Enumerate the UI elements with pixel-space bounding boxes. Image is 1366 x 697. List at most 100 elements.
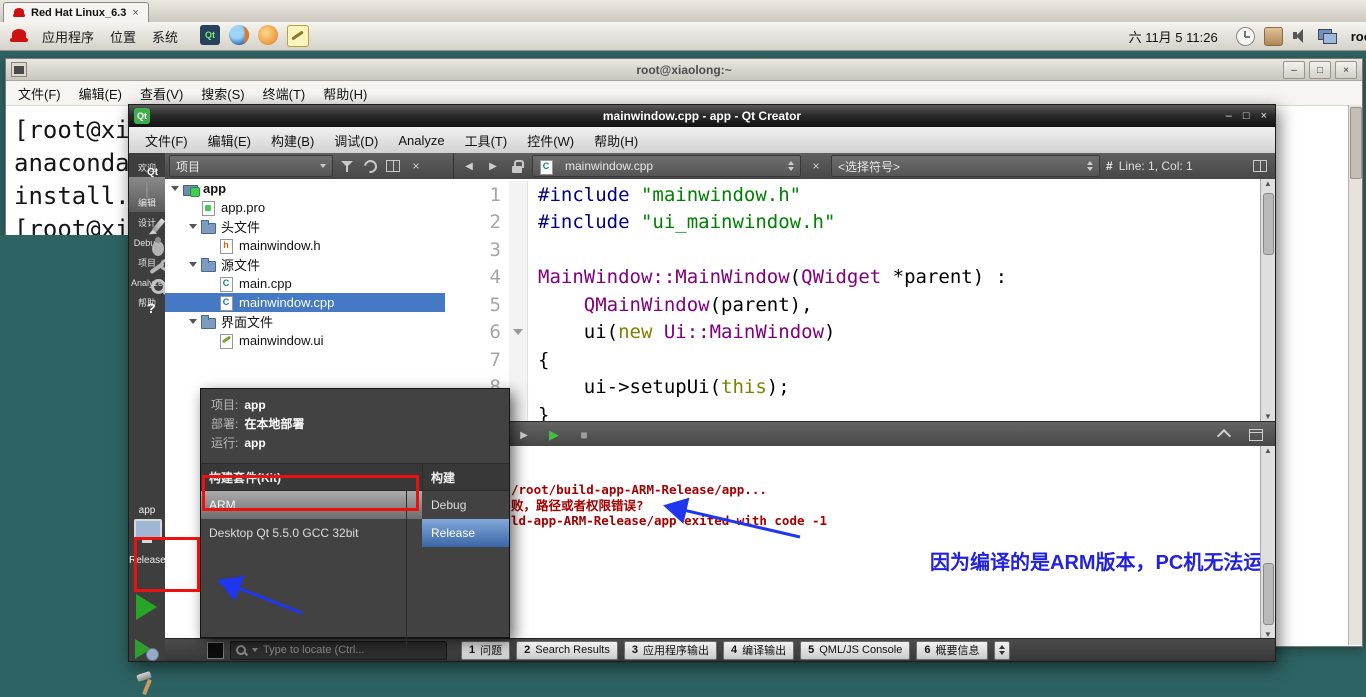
terminal-menu-0[interactable]: 文件(F): [18, 84, 61, 103]
qtcreator-menu-3[interactable]: 调试(D): [334, 131, 378, 150]
panel-volume-icon[interactable]: [1292, 27, 1309, 44]
terminal-scrollbar[interactable]: [1348, 105, 1362, 645]
fold-marker[interactable]: [509, 319, 528, 347]
terminal-maximize-button[interactable]: □: [1309, 61, 1331, 79]
panel-menu-2[interactable]: 系统: [152, 27, 178, 46]
pane-button-5[interactable]: 5QML/JS Console: [800, 641, 910, 660]
tree-item[interactable]: app: [165, 179, 445, 198]
tree-item[interactable]: app.pro: [165, 198, 445, 217]
collapse-icon[interactable]: [1215, 426, 1233, 444]
panel-display-icon[interactable]: [1318, 27, 1335, 44]
next-item-icon[interactable]: [515, 426, 533, 444]
output-scrollbar[interactable]: ▲▼: [1260, 446, 1275, 639]
debug-run-button[interactable]: [135, 637, 159, 661]
symbol-combobox[interactable]: <选择符号>: [831, 155, 1100, 177]
panel-clock[interactable]: 六 11月 5 11:26: [1129, 27, 1218, 46]
qtcreator-menu-7[interactable]: 帮助(H): [594, 131, 638, 150]
tree-item[interactable]: mainwindow.h: [165, 236, 445, 255]
mode-help[interactable]: 帮助: [129, 292, 165, 312]
sync-icon[interactable]: [361, 157, 379, 175]
run-button[interactable]: [136, 594, 157, 620]
mode-analyze[interactable]: Analyze: [129, 272, 165, 292]
panel-mixer-icon[interactable]: [1264, 27, 1283, 46]
software-launcher[interactable]: [258, 25, 278, 45]
qtcreator-launcher[interactable]: [200, 25, 220, 45]
texteditor-launcher[interactable]: [287, 25, 309, 47]
mode-welcome[interactable]: 欢迎: [129, 157, 165, 177]
pane-arrows-button[interactable]: [994, 641, 1010, 660]
terminal-menu-5[interactable]: 帮助(H): [323, 84, 367, 103]
tree-item[interactable]: 头文件: [165, 217, 445, 236]
qtcreator-minimize-button[interactable]: –: [1226, 110, 1232, 122]
terminal-menu-4[interactable]: 终端(T): [263, 84, 306, 103]
tree-item[interactable]: 界面文件: [165, 312, 445, 331]
tree-item[interactable]: mainwindow.cpp: [165, 293, 445, 312]
run-icon[interactable]: [545, 426, 563, 444]
build-option[interactable]: Debug: [422, 491, 509, 519]
kit-option[interactable]: ARM: [201, 491, 422, 519]
close-icon[interactable]: [407, 157, 425, 175]
qtcreator-menu-5[interactable]: 工具(T): [465, 131, 508, 150]
sidebar-filter-combobox[interactable]: 项目: [169, 155, 333, 177]
qtcreator-menu-6[interactable]: 控件(W): [527, 131, 574, 150]
build-button[interactable]: [135, 671, 159, 697]
mode-debug[interactable]: Debug: [129, 232, 165, 252]
vm-tab-close-icon[interactable]: ×: [132, 7, 138, 19]
scrollbar-thumb[interactable]: [1350, 107, 1362, 179]
pane-button-4[interactable]: 4编译输出: [723, 641, 794, 660]
hash-button[interactable]: #: [1106, 159, 1113, 173]
terminal-menu-2[interactable]: 查看(V): [140, 84, 183, 103]
tree-item[interactable]: 源文件: [165, 255, 445, 274]
qtcreator-titlebar[interactable]: mainwindow.cpp - app - Qt Creator –□×: [129, 105, 1275, 127]
terminal-menu-1[interactable]: 编辑(E): [79, 84, 122, 103]
back-icon[interactable]: [460, 157, 478, 175]
scrollbar-thumb[interactable]: [1263, 563, 1274, 625]
terminal-titlebar[interactable]: root@xiaolong:~ –□×: [6, 59, 1362, 81]
pane-icon[interactable]: [1247, 426, 1265, 444]
qtcreator-close-button[interactable]: ×: [1261, 110, 1267, 122]
application-output-pane[interactable]: /root/build-app-ARM-Release/app...败，路径或者…: [445, 446, 1275, 639]
mode-edit[interactable]: 编辑: [129, 177, 165, 212]
pane-button-6[interactable]: 6概要信息: [916, 641, 987, 660]
lock-icon[interactable]: [508, 157, 526, 175]
expand-arrow-icon[interactable]: [189, 319, 197, 324]
open-document-combobox[interactable]: mainwindow.cpp: [532, 155, 801, 177]
tree-item[interactable]: main.cpp: [165, 274, 445, 293]
vm-tab[interactable]: Red Hat Linux_6.3 ×: [3, 2, 149, 23]
qtcreator-menu-0[interactable]: 文件(F): [145, 131, 188, 150]
qtcreator-menu-1[interactable]: 编辑(E): [208, 131, 251, 150]
split-icon[interactable]: [384, 157, 402, 175]
stop-icon[interactable]: [575, 426, 593, 444]
open-document-label: mainwindow.cpp: [565, 159, 653, 173]
pane-button-2[interactable]: 2Search Results: [516, 641, 618, 660]
pane-button-3[interactable]: 3应用程序输出: [624, 641, 717, 660]
terminal-minimize-button[interactable]: –: [1283, 61, 1305, 79]
panel-menu-1[interactable]: 位置: [110, 27, 136, 46]
qtcreator-menu-4[interactable]: Analyze: [398, 133, 444, 148]
mode-design[interactable]: 设计: [129, 212, 165, 232]
filter-icon[interactable]: [338, 157, 356, 175]
code-editor[interactable]: 1#include "mainwindow.h"2#include "ui_ma…: [445, 179, 1275, 421]
expand-arrow-icon[interactable]: [189, 224, 197, 229]
terminal-close-button[interactable]: ×: [1335, 61, 1357, 79]
qtcreator-maximize-button[interactable]: □: [1243, 110, 1250, 122]
line-number: 3: [445, 239, 509, 261]
panel-menu-0[interactable]: 应用程序: [42, 27, 94, 46]
scrollbar-thumb[interactable]: [1263, 193, 1274, 255]
kit-selector-button[interactable]: [134, 519, 160, 543]
redhat-menu-icon[interactable]: [10, 29, 28, 44]
build-option[interactable]: Release: [422, 519, 509, 547]
split-editor-icon[interactable]: [1253, 160, 1267, 172]
expand-arrow-icon[interactable]: [171, 186, 179, 191]
tree-item[interactable]: mainwindow.ui: [165, 331, 445, 350]
editor-scrollbar[interactable]: ▲▼: [1260, 179, 1275, 421]
close-document-icon[interactable]: [807, 157, 825, 175]
kit-option[interactable]: Desktop Qt 5.5.0 GCC 32bit: [201, 519, 422, 547]
qtcreator-menu-2[interactable]: 构建(B): [271, 131, 314, 150]
terminal-menu-3[interactable]: 搜索(S): [201, 84, 244, 103]
expand-arrow-icon[interactable]: [189, 262, 197, 267]
firefox-launcher[interactable]: [229, 25, 249, 45]
panel-clock-icon[interactable]: [1236, 27, 1255, 46]
line-number: 1: [445, 184, 509, 206]
forward-icon[interactable]: [484, 157, 502, 175]
